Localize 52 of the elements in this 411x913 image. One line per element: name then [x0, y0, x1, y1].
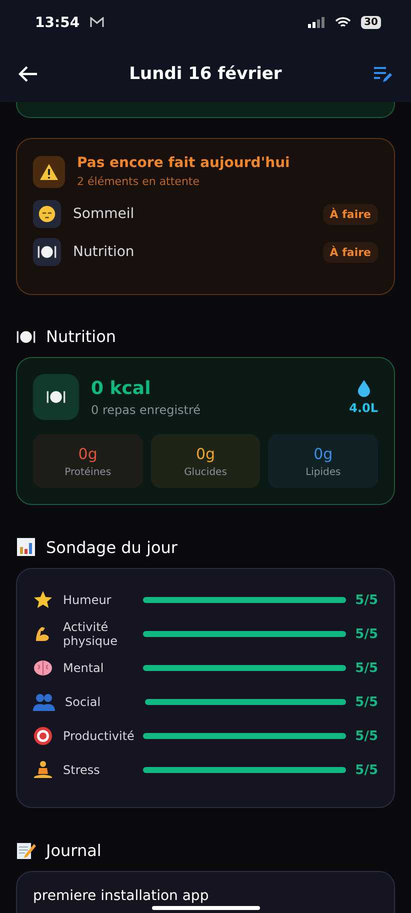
survey-label: Social: [65, 695, 102, 709]
survey-score: 5/5: [354, 626, 378, 642]
survey-label: Activité physique: [63, 620, 119, 648]
plate-icon: [16, 328, 36, 344]
mail-icon: [90, 17, 104, 28]
battery-level: 30: [361, 16, 381, 29]
macro-label: Glucides: [184, 466, 227, 478]
star-icon: [33, 590, 53, 610]
macro-value: 0g: [196, 444, 216, 462]
bar-chart-icon: [16, 537, 36, 557]
warning-icon: [39, 162, 59, 180]
survey-label: Stress: [63, 763, 101, 777]
pending-subtitle: 2 éléments en attente: [77, 175, 201, 188]
calories-value: 0 kcal: [91, 378, 152, 398]
water-amount: 4.0L: [349, 401, 378, 415]
pending-item-label: Sommeil: [73, 206, 136, 222]
survey-score: 5/5: [354, 660, 378, 676]
memo-pencil-icon: [16, 840, 36, 860]
section-heading: Sondage du jour: [46, 538, 178, 556]
journal-entry: premiere installation app: [33, 888, 209, 904]
survey-score: 5/5: [354, 694, 378, 710]
pending-title: Pas encore fait aujourd'hui: [77, 155, 290, 171]
wifi-icon: [335, 16, 352, 28]
meals-count: 0 repas enregistré: [91, 402, 202, 416]
signal-icon: [308, 17, 326, 28]
section-heading: Nutrition: [46, 327, 116, 346]
section-heading: Journal: [46, 840, 102, 860]
people-icon: [33, 693, 55, 711]
plate-icon: [37, 244, 57, 260]
target-icon: [33, 726, 53, 746]
status-time: 13:54: [35, 14, 80, 30]
brain-icon: [33, 659, 53, 677]
page-title: Lundi 16 février: [128, 64, 283, 84]
back-arrow-icon[interactable]: [18, 64, 38, 82]
macro-value: 0g: [314, 444, 333, 462]
sleepy-face-icon: [38, 205, 56, 223]
survey-score: 5/5: [354, 592, 378, 608]
meditating-figure-icon: [33, 760, 53, 780]
water-drop-icon: [356, 379, 371, 397]
survey-score: 5/5: [354, 728, 378, 744]
todo-badge: À faire: [322, 204, 378, 224]
survey-label: Productivité: [63, 729, 136, 743]
todo-badge: À faire: [322, 242, 378, 262]
macro-label: Protéines: [64, 466, 112, 478]
plate-icon: [46, 389, 66, 405]
macro-value: 0g: [78, 444, 98, 462]
survey-label: Humeur: [63, 593, 112, 607]
edit-list-icon[interactable]: [373, 64, 393, 82]
survey-label: Mental: [63, 661, 105, 675]
pending-item-label: Nutrition: [73, 244, 136, 260]
survey-score: 5/5: [354, 762, 378, 778]
macro-label: Lipides: [306, 466, 341, 478]
